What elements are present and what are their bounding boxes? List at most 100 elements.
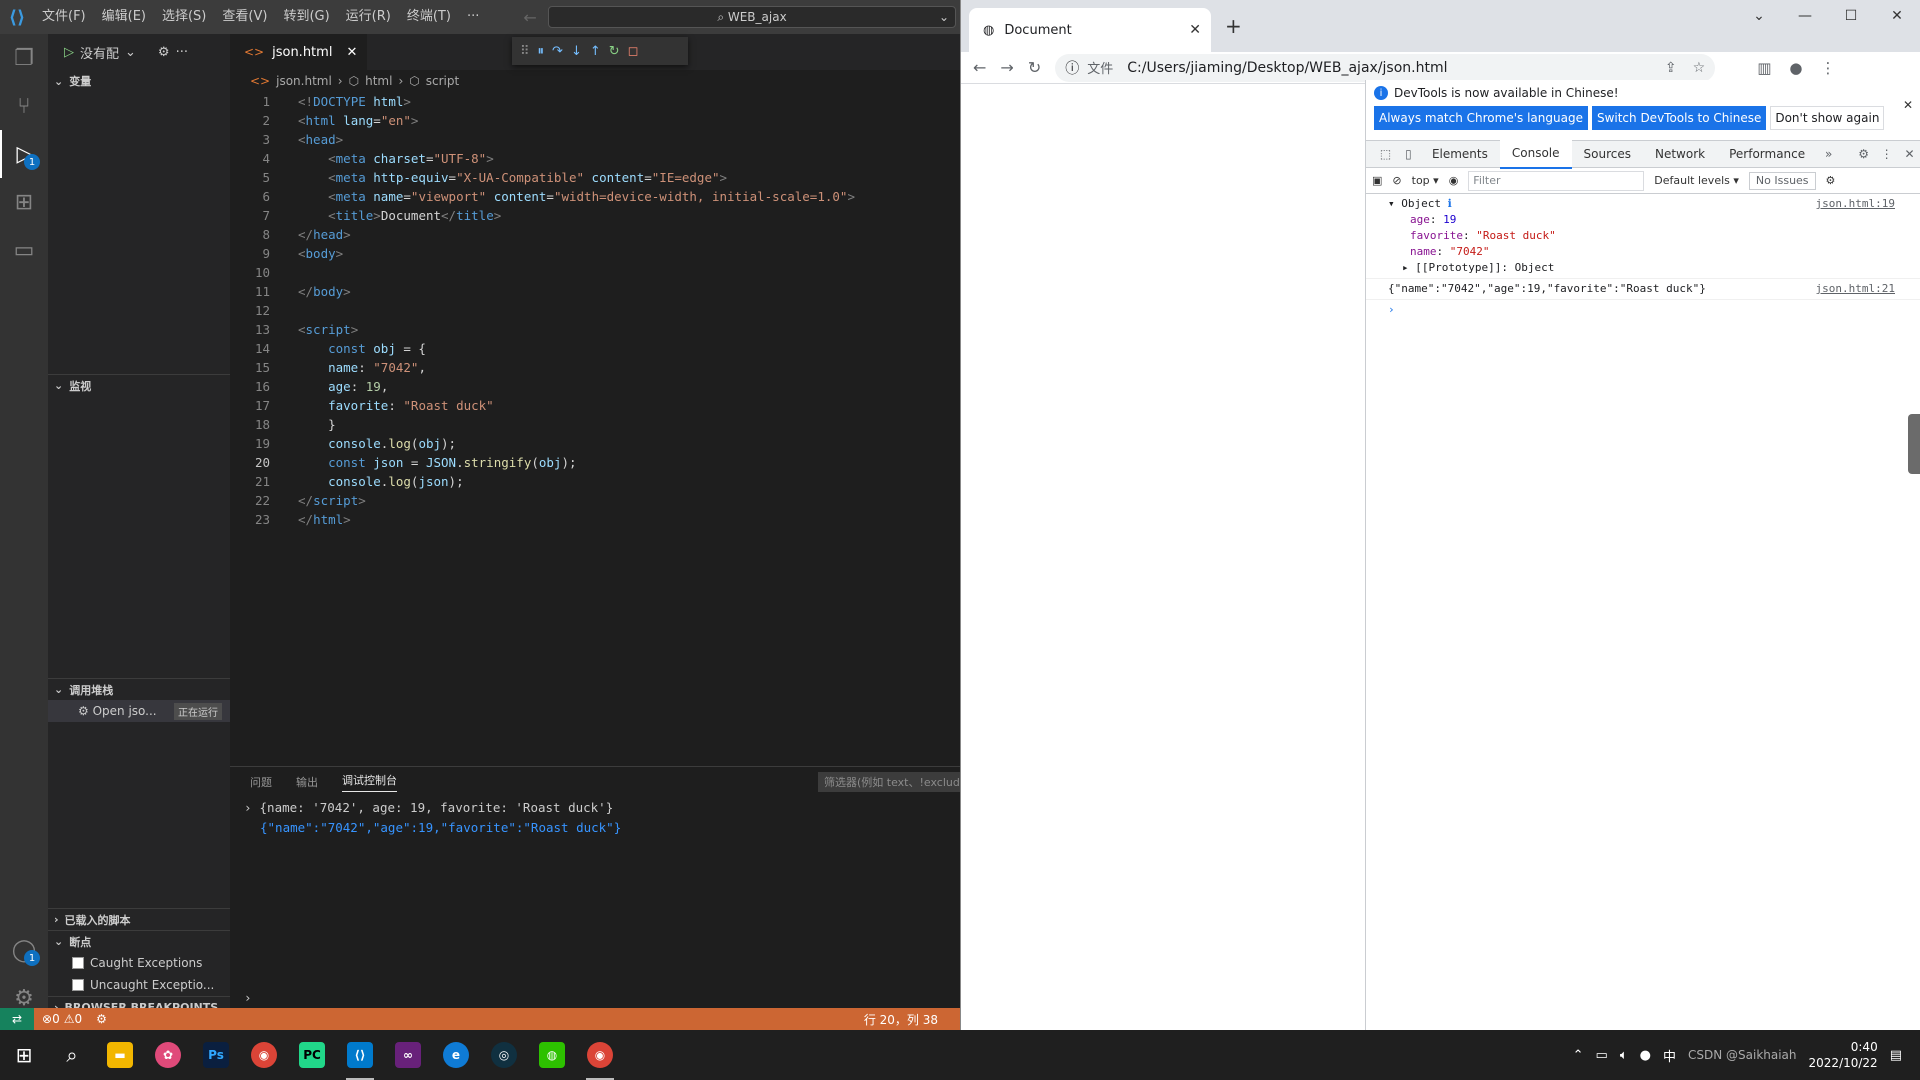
- close-icon[interactable]: ✕: [1898, 147, 1920, 161]
- menu-selection[interactable]: 选择(S): [154, 0, 214, 34]
- source-control-icon[interactable]: ⑂: [0, 82, 48, 130]
- checkbox[interactable]: [72, 979, 84, 991]
- step-out-icon[interactable]: ↑: [590, 44, 601, 59]
- tab-search-icon[interactable]: ⌄: [1736, 0, 1782, 32]
- kebab-menu-icon[interactable]: ⋮: [1875, 147, 1898, 161]
- step-into-icon[interactable]: ↓: [571, 44, 582, 59]
- expand-triangle-icon[interactable]: ▸: [1402, 261, 1409, 274]
- code-editor[interactable]: 1 <!DOCTYPE html> 2 <html lang="en"> 3 <hea…: [230, 92, 960, 529]
- side-panel-icon[interactable]: ▥: [1757, 59, 1771, 77]
- wechat-icon[interactable]: ◍: [528, 1030, 576, 1080]
- chevron-down-icon[interactable]: ⌄: [939, 10, 949, 24]
- tab-console[interactable]: Console: [1499, 139, 1572, 169]
- pycharm-icon[interactable]: PC: [288, 1030, 336, 1080]
- dont-show-again-button[interactable]: Don't show again: [1770, 106, 1885, 130]
- url-text[interactable]: C:/Users/jiaming/Desktop/WEB_ajax/json.h…: [1127, 60, 1447, 76]
- wechat-tray-icon[interactable]: ●: [1640, 1048, 1651, 1063]
- tab-problems[interactable]: 问题: [250, 774, 272, 790]
- share-icon[interactable]: ⇪: [1665, 60, 1677, 76]
- variables-header[interactable]: ⌄ 变量: [48, 70, 230, 92]
- breakpoint-caught[interactable]: Caught Exceptions: [48, 952, 230, 974]
- forward-arrow-icon[interactable]: →: [1000, 58, 1013, 77]
- loaded-scripts-header[interactable]: › 已载入的脚本: [48, 908, 230, 930]
- call-stack-header[interactable]: ⌄ 调用堆栈: [48, 678, 230, 700]
- device-toggle-icon[interactable]: ▯: [1397, 147, 1420, 161]
- star-icon[interactable]: ☆: [1693, 60, 1706, 76]
- prototype-entry[interactable]: [[Prototype]]: Object: [1415, 261, 1554, 274]
- profile-icon[interactable]: ●: [1789, 59, 1802, 77]
- scroll-handle[interactable]: [1908, 414, 1920, 474]
- editor-tab-json-html[interactable]: <> json.html ✕: [230, 34, 368, 70]
- breakpoint-uncaught[interactable]: Uncaught Exceptio...: [48, 974, 230, 996]
- explorer-icon[interactable]: ❐: [0, 34, 48, 82]
- debug-console-filter[interactable]: 筛选器(例如 text、!exclude): [818, 772, 960, 792]
- menu-more[interactable]: ···: [459, 0, 487, 34]
- photoshop-icon[interactable]: Ps: [192, 1030, 240, 1080]
- menu-edit[interactable]: 编辑(E): [94, 0, 154, 34]
- clear-console-icon[interactable]: ⊘: [1392, 174, 1401, 187]
- restart-icon[interactable]: ↻: [609, 44, 620, 59]
- close-icon[interactable]: ✕: [346, 45, 357, 60]
- error-count[interactable]: 0: [52, 1012, 60, 1026]
- color-app-icon[interactable]: ✿: [144, 1030, 192, 1080]
- source-link[interactable]: json.html:21: [1816, 281, 1895, 297]
- source-link[interactable]: json.html:19: [1816, 196, 1895, 212]
- console-filter-input[interactable]: Filter: [1468, 170, 1645, 191]
- run-debug-icon[interactable]: ▷ 1: [0, 130, 48, 178]
- file-explorer-icon[interactable]: ▬: [96, 1030, 144, 1080]
- menu-view[interactable]: 查看(V): [214, 0, 275, 34]
- chrome-running-icon[interactable]: ◉: [576, 1030, 624, 1080]
- sidebar-toggle-icon[interactable]: ▣: [1372, 174, 1382, 187]
- close-icon[interactable]: ✕: [1903, 98, 1913, 112]
- windows-start-icon[interactable]: ⊞: [0, 1030, 48, 1080]
- pause-icon[interactable]: ⏸: [538, 44, 545, 59]
- chevron-up-icon[interactable]: ⌃: [1573, 1048, 1584, 1063]
- warning-count[interactable]: 0: [74, 1012, 82, 1026]
- debug-status-icon[interactable]: ⚙: [96, 1012, 107, 1026]
- tab-debug-console[interactable]: 调试控制台: [342, 772, 397, 792]
- log-levels-select[interactable]: Default levels ▾: [1654, 174, 1739, 187]
- back-arrow-icon[interactable]: ←: [523, 8, 536, 27]
- gear-icon[interactable]: ⚙: [1826, 174, 1836, 187]
- breadcrumb-file[interactable]: json.html: [276, 74, 332, 88]
- call-stack-item[interactable]: ⚙ Open jso... 正在运行: [48, 700, 230, 722]
- expand-triangle-icon[interactable]: ▾: [1388, 197, 1395, 210]
- disc-app-icon[interactable]: ◎: [480, 1030, 528, 1080]
- notification-icon[interactable]: ▤: [1890, 1048, 1902, 1063]
- reload-icon[interactable]: ↻: [1028, 58, 1041, 77]
- search-icon[interactable]: ⌕: [48, 1030, 96, 1080]
- tab-elements[interactable]: Elements: [1420, 141, 1500, 168]
- tab-output[interactable]: 输出: [296, 774, 318, 790]
- more-icon[interactable]: ···: [176, 45, 188, 60]
- switch-chinese-button[interactable]: Switch DevTools to Chinese: [1591, 106, 1767, 130]
- remote-icon[interactable]: ⇄: [0, 1008, 34, 1030]
- debug-console-input[interactable]: ›: [230, 987, 252, 1007]
- breakpoints-header[interactable]: ⌄ 断点: [48, 930, 230, 952]
- start-debug-icon[interactable]: ▷: [64, 45, 74, 60]
- menu-run[interactable]: 运行(R): [338, 0, 399, 34]
- menu-terminal[interactable]: 终端(T): [399, 0, 459, 34]
- edge-icon[interactable]: e: [432, 1030, 480, 1080]
- step-over-icon[interactable]: ↷: [552, 44, 563, 59]
- menu-go[interactable]: 转到(G): [275, 0, 337, 34]
- menu-file[interactable]: 文件(F): [34, 0, 94, 34]
- gear-icon[interactable]: ⚙: [1852, 147, 1875, 161]
- context-select[interactable]: top ▾: [1412, 174, 1439, 187]
- object-header[interactable]: Object: [1401, 197, 1441, 210]
- visual-studio-icon[interactable]: ∞: [384, 1030, 432, 1080]
- kebab-menu-icon[interactable]: ⋮: [1821, 59, 1836, 77]
- tab-performance[interactable]: Performance: [1717, 141, 1817, 168]
- eye-icon[interactable]: ◉: [1449, 174, 1459, 187]
- account-icon[interactable]: ◯ 1: [0, 926, 48, 974]
- cursor-position[interactable]: 行 20，列 38: [864, 1011, 938, 1028]
- chrome-icon[interactable]: ◉: [240, 1030, 288, 1080]
- chevron-down-icon[interactable]: ⌄: [125, 45, 136, 60]
- match-language-button[interactable]: Always match Chrome's language: [1374, 106, 1588, 130]
- new-tab-icon[interactable]: +: [1225, 14, 1242, 38]
- drag-handle-icon[interactable]: ⠿: [520, 44, 530, 59]
- run-config-select[interactable]: 没有配: [80, 43, 119, 62]
- close-icon[interactable]: ✕: [1874, 0, 1920, 32]
- volume-icon[interactable]: 🔈︎: [1620, 1048, 1628, 1063]
- breadcrumb-html[interactable]: html: [365, 74, 392, 88]
- stop-icon[interactable]: ◻: [628, 44, 639, 59]
